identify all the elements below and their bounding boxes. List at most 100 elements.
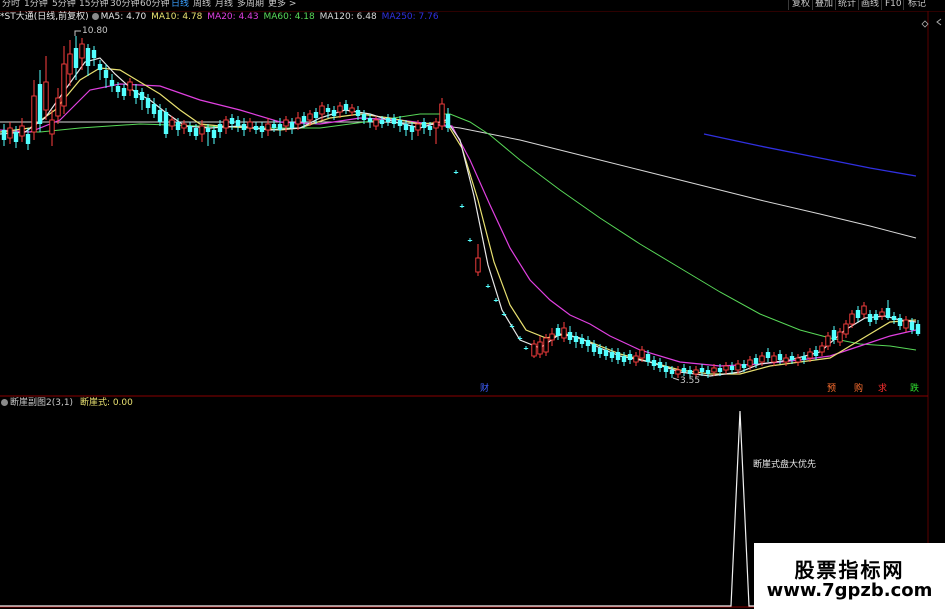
settings-dot-icon[interactable] xyxy=(1,399,8,406)
ma10-line xyxy=(0,67,917,375)
candle-body xyxy=(897,318,903,326)
candle-body xyxy=(555,328,561,336)
candle-body xyxy=(493,300,499,301)
candle-body xyxy=(813,350,819,356)
candle-body xyxy=(127,81,133,91)
tab-daily[interactable]: 日线 xyxy=(171,0,189,10)
candle-body xyxy=(445,114,451,128)
candle-body xyxy=(313,112,319,118)
candle-body xyxy=(795,357,801,363)
candle-body xyxy=(91,50,97,58)
candle-body xyxy=(699,368,705,372)
candle-body xyxy=(415,123,421,131)
chevron-left-icon[interactable] xyxy=(936,18,942,26)
candle-body xyxy=(31,95,37,133)
candle-body xyxy=(103,70,109,78)
indicator-legend: 断崖副图2(3,1) 断崖式: 0.00 xyxy=(0,398,133,409)
event-flag-finance[interactable]: 财 xyxy=(479,384,490,394)
kline-chart[interactable] xyxy=(0,0,945,609)
candle-body xyxy=(241,124,247,130)
candle-body xyxy=(485,286,491,287)
tab-monthly[interactable]: 月线 xyxy=(215,0,233,10)
candle-body xyxy=(283,119,289,127)
candle-body xyxy=(379,120,385,124)
candle-body xyxy=(861,305,867,315)
candle-body xyxy=(121,88,127,96)
candle-body xyxy=(459,206,465,207)
candle-body xyxy=(843,323,849,335)
candle-body xyxy=(783,357,789,363)
candle-body xyxy=(433,121,439,129)
stats-button[interactable]: 统计 xyxy=(837,0,857,10)
high-price-label: 10.80 xyxy=(82,26,108,36)
candle-body xyxy=(591,344,597,352)
candle-body xyxy=(409,126,415,132)
candle-body xyxy=(759,355,765,363)
candle-body xyxy=(43,81,49,111)
tab-30min[interactable]: 30分钟 xyxy=(110,0,139,10)
candle-body xyxy=(25,134,31,144)
candle-body xyxy=(349,107,355,113)
tab-timeshare[interactable]: 分时 xyxy=(2,0,20,10)
fuquan-button[interactable]: 复权 xyxy=(791,0,811,10)
tab-1min[interactable]: 1分钟 xyxy=(24,0,48,10)
candle-body xyxy=(523,348,529,349)
ma5-line xyxy=(0,57,917,377)
indicator-value: 断崖式: 0.00 xyxy=(79,398,133,408)
candle-body xyxy=(109,80,115,86)
candle-body xyxy=(585,340,591,346)
ma20-label: MA20: 4.43 xyxy=(207,12,259,22)
tab-15min[interactable]: 15分钟 xyxy=(79,0,108,10)
candle-body xyxy=(277,124,283,130)
candle-body xyxy=(837,331,843,343)
candle-body xyxy=(753,358,759,364)
candle-body xyxy=(55,97,61,117)
watermark-title: 股票指标网 xyxy=(794,558,905,582)
candle-body xyxy=(873,314,879,320)
tab-multi-period[interactable]: 多周期 xyxy=(237,0,264,10)
candle-body xyxy=(391,118,397,124)
draw-button[interactable]: 画线 xyxy=(860,0,880,10)
candle-body xyxy=(361,114,367,120)
candle-body xyxy=(517,338,523,339)
tab-weekly[interactable]: 周线 xyxy=(193,0,211,10)
stock-title[interactable]: *ST大通(日线,前复权) xyxy=(0,12,89,22)
settings-dot-icon[interactable] xyxy=(91,13,99,20)
candle-body xyxy=(133,90,139,98)
candle-body xyxy=(467,240,473,241)
mark-button[interactable]: 标记 xyxy=(907,0,927,10)
event-flag-fall[interactable]: 跌 xyxy=(909,384,920,394)
tab-5min[interactable]: 5分钟 xyxy=(52,0,76,10)
diamond-icon[interactable] xyxy=(921,20,929,28)
event-flag-forecast[interactable]: 预 xyxy=(826,384,837,394)
candle-body xyxy=(169,119,175,127)
candle-body xyxy=(319,105,325,115)
candle-body xyxy=(337,105,343,113)
candle-body xyxy=(831,330,837,340)
event-flag-rise[interactable]: 求 xyxy=(877,384,888,394)
candle-body xyxy=(223,119,229,129)
event-flag-buyback[interactable]: 购 xyxy=(853,384,864,394)
candle-body xyxy=(403,124,409,130)
overlay-button[interactable]: 叠加 xyxy=(814,0,834,10)
period-toolbar: 分时 1分钟 5分钟 15分钟 30分钟 60分钟 日线 周线 月线 多周期 更… xyxy=(0,0,945,11)
candle-body xyxy=(771,355,777,363)
candle-body xyxy=(265,123,271,131)
ma250-line xyxy=(703,133,917,177)
candle-body xyxy=(139,92,145,100)
candle-body xyxy=(301,116,307,122)
candle-body xyxy=(825,335,831,347)
candle-body xyxy=(735,363,741,371)
f10-button[interactable]: F10 xyxy=(884,0,903,10)
candle-body xyxy=(259,126,265,132)
candle-body xyxy=(849,313,855,325)
tab-60min[interactable]: 60分钟 xyxy=(140,0,169,10)
candle-body xyxy=(509,326,515,327)
candle-body xyxy=(543,337,549,353)
candle-body xyxy=(67,53,73,75)
candle-body xyxy=(717,368,723,372)
indicator-name[interactable]: 断崖副图2(3,1) xyxy=(10,398,73,408)
candle-body xyxy=(741,364,747,368)
tab-more[interactable]: 更多 > xyxy=(268,0,296,10)
candle-body xyxy=(855,310,861,318)
